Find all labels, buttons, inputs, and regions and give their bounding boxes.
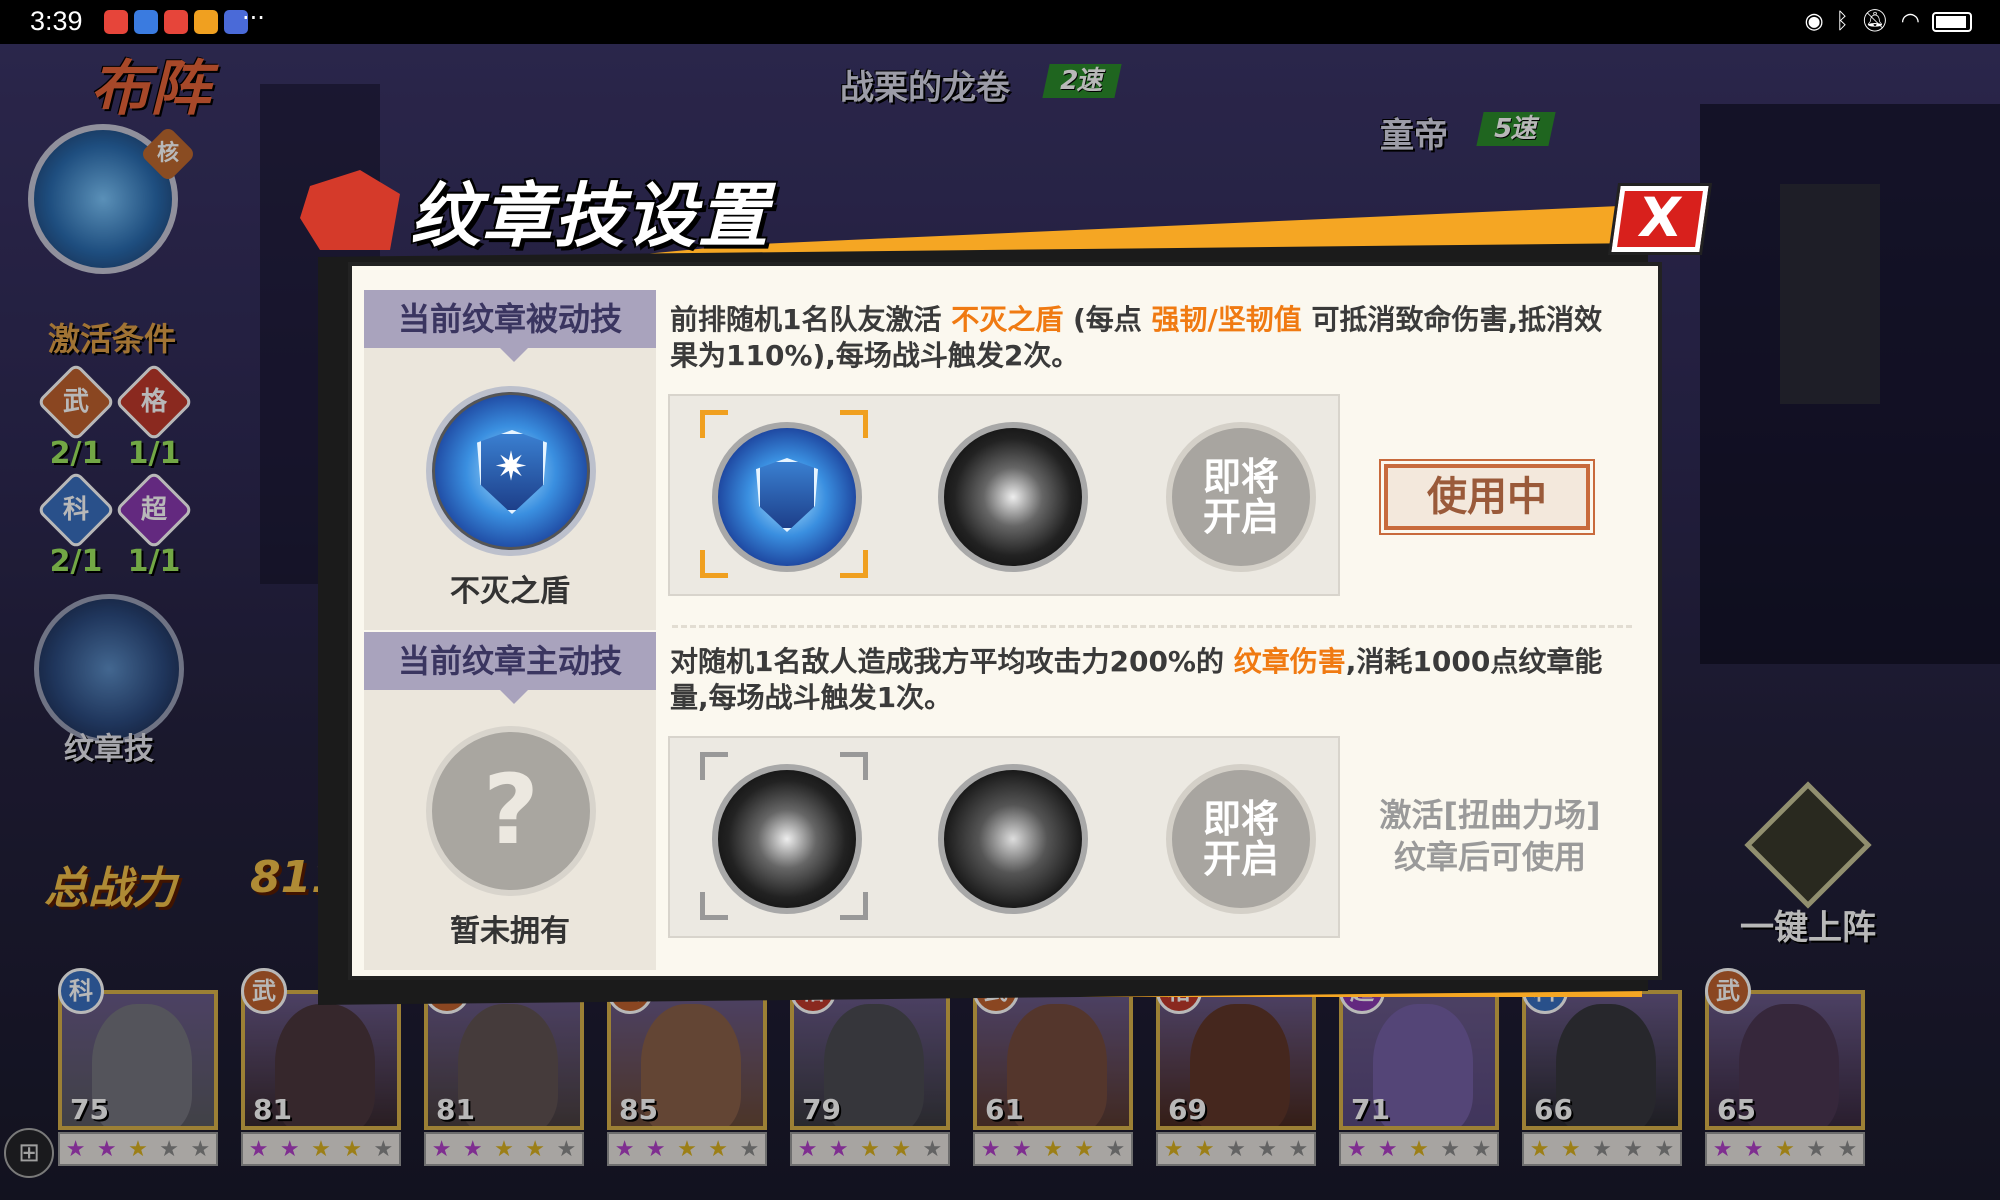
selection-corner [700, 752, 728, 780]
selection-corner [700, 892, 728, 920]
swirl-skill-option[interactable] [938, 422, 1088, 572]
blade-skill-option[interactable] [938, 764, 1088, 914]
passive-badge-name: 不灭之盾 [450, 574, 570, 609]
active-description: 对随机1名敌人造成我方平均攻击力200%的 纹章伤害,消耗1000点纹章能量,每… [670, 645, 1603, 714]
bluetooth-icon: ᛒ [1835, 9, 1849, 34]
status-time: 3:39 [30, 6, 83, 36]
selection-corner [700, 550, 728, 578]
app-notification-icon [194, 10, 218, 34]
app-notification-icon [134, 10, 158, 34]
unlock-note: 激活[扭曲力场] 纹章后可使用 [1350, 794, 1630, 878]
unlock-note-line: 纹章后可使用 [1393, 838, 1586, 876]
app-notification-icon [164, 10, 188, 34]
mute-icon: 🔕︎ [1860, 9, 1889, 34]
unlock-note-line: 激活[扭曲力场] [1379, 796, 1601, 834]
app-notification-icon [104, 10, 128, 34]
coming-soon-slot: 即将开启 [1166, 764, 1316, 914]
active-badge-name: 暂未拥有 [450, 914, 570, 949]
star-icon: ✷ [494, 444, 528, 490]
in-use-status: 使用中 [1379, 459, 1595, 535]
selection-corner [840, 550, 868, 578]
section-divider [672, 625, 1632, 628]
battery-icon [1932, 12, 1972, 32]
notification-app-icons [104, 10, 248, 34]
close-icon: X [1634, 186, 1686, 249]
status-bar: 3:39 ··· ◉ ᛒ 🔕︎ ◠ [0, 0, 2000, 44]
passive-description: 前排随机1名队友激活 不灭之盾 (每点 强韧/坚韧值 可抵消致命伤害,抵消效果为… [670, 303, 1603, 372]
selection-corner [840, 892, 868, 920]
wifi-icon: ◠ [1900, 9, 1920, 34]
selection-corner [700, 410, 728, 438]
active-section-title: 当前纹章主动技 [364, 632, 656, 704]
selection-corner [840, 752, 868, 780]
eye-icon: ◉ [1804, 9, 1824, 34]
passive-section-title: 当前纹章被动技 [364, 290, 656, 362]
more-notifications-icon: ··· [242, 4, 265, 32]
close-button[interactable]: X [1608, 183, 1712, 255]
selection-corner [840, 410, 868, 438]
coming-soon-slot: 即将开启 [1166, 422, 1316, 572]
modal-title: 纹章技设置 [410, 175, 770, 257]
question-mark-icon: ? [426, 726, 596, 896]
system-icons: ◉ ᛒ 🔕︎ ◠ [1804, 9, 1972, 35]
shield-icon [756, 458, 818, 532]
passive-emblem-badge: ✷ [426, 386, 596, 556]
